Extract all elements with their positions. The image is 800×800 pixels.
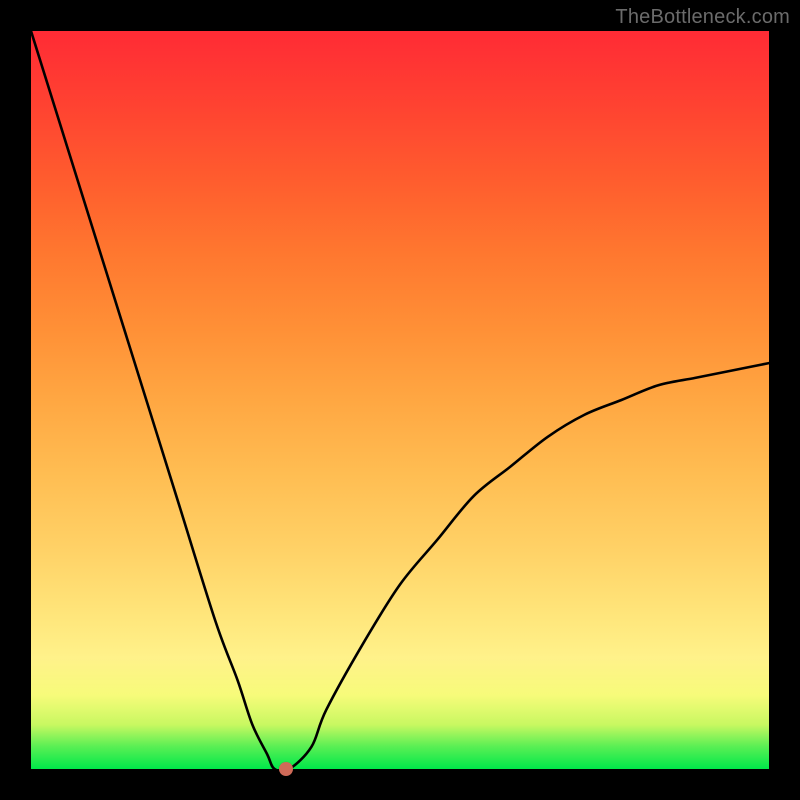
valley-marker: [279, 762, 293, 776]
plot-area: [31, 31, 769, 769]
chart-frame: TheBottleneck.com: [0, 0, 800, 800]
bottleneck-curve: [31, 31, 769, 769]
curve-path: [31, 31, 769, 769]
watermark-text: TheBottleneck.com: [615, 6, 790, 29]
